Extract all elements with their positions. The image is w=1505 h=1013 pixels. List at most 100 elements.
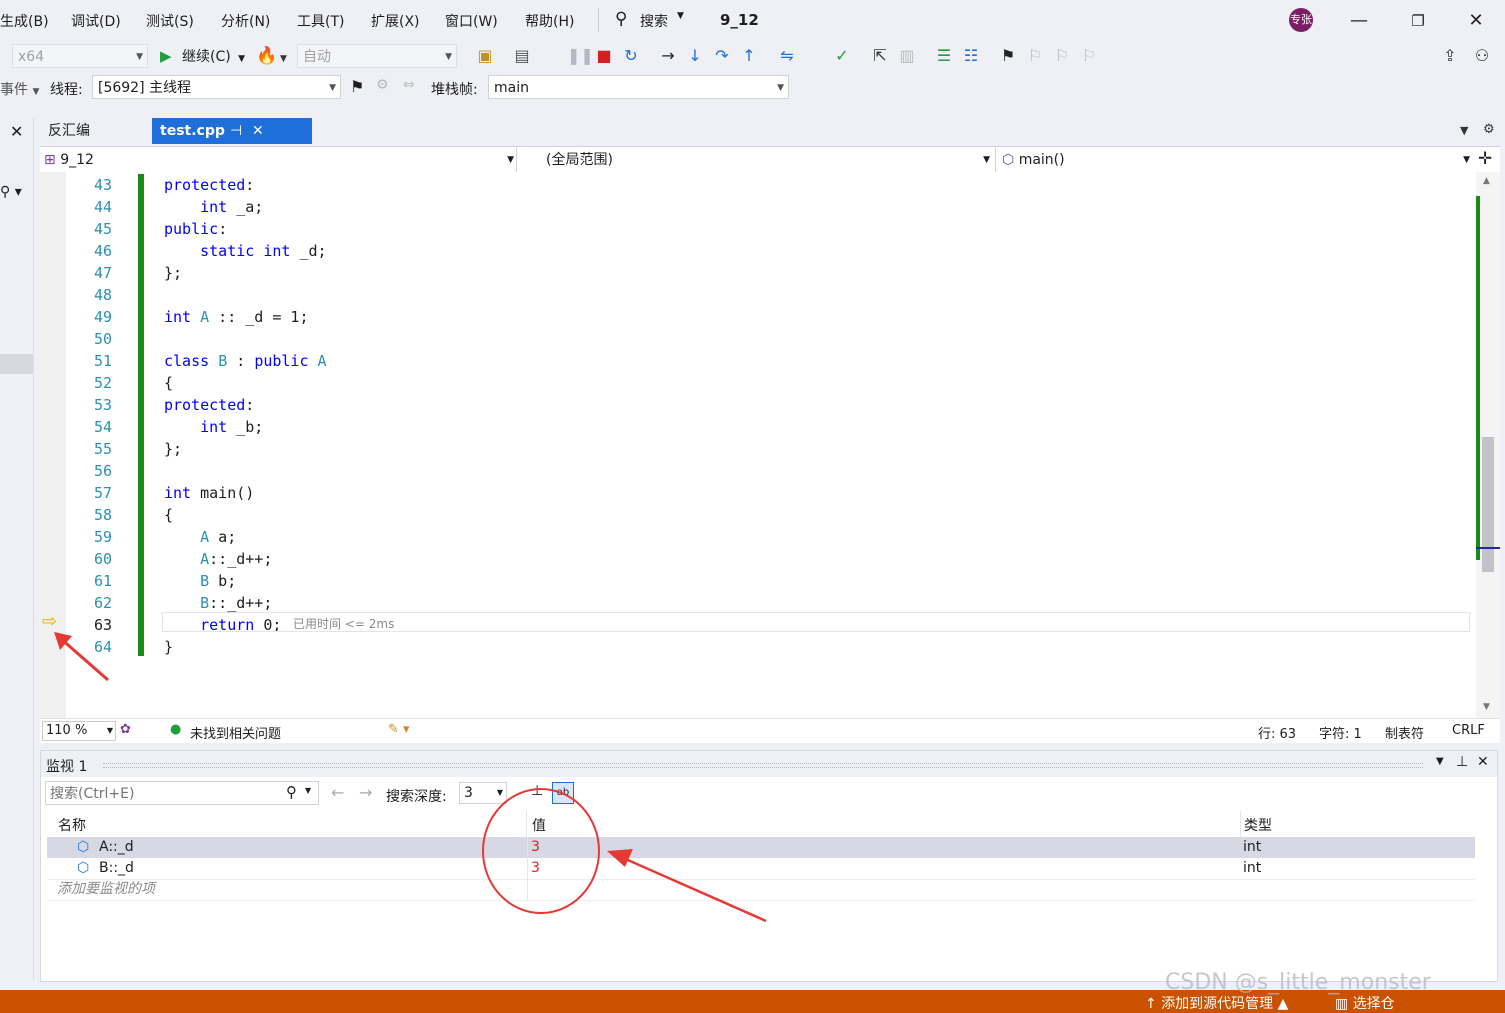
header-name[interactable]: 名称 (58, 815, 86, 835)
thread-filter-icon[interactable]: ⚙ (376, 77, 389, 93)
menu-build[interactable]: 生成(B) (0, 11, 49, 31)
gear-icon[interactable]: ⚙ (1483, 122, 1495, 137)
continue-button[interactable]: ▶ 继续(C) ▼ (160, 44, 245, 68)
forward-arrow-icon[interactable]: → (359, 783, 372, 802)
code-line[interactable]: A a; (164, 526, 236, 548)
code-line[interactable]: class B : public A (164, 350, 327, 372)
watch-search-input[interactable] (48, 783, 282, 805)
restart-icon[interactable]: ↻ (621, 46, 641, 66)
brain-icon[interactable]: ✿ (120, 722, 131, 737)
chevron-down-icon[interactable]: ▼ (1436, 756, 1444, 767)
code-line[interactable]: { (164, 504, 173, 526)
code-line[interactable]: } (164, 636, 173, 658)
code-line[interactable]: }; (164, 438, 182, 460)
function-dropdown[interactable]: ⬡ main() ▼ (1002, 149, 1470, 171)
search-icon[interactable]: ⚲ (286, 783, 297, 801)
events-label[interactable]: 事件 ▼ (0, 79, 39, 99)
outdent-icon[interactable]: ☷ (961, 46, 981, 66)
show-next-statement-icon[interactable]: → (658, 46, 678, 66)
code-line[interactable]: int main() (164, 482, 254, 504)
scroll-up-icon[interactable]: ▲ (1483, 176, 1490, 186)
code-line[interactable]: { (164, 372, 173, 394)
zoom-dropdown[interactable]: 110 % ▼ (42, 721, 116, 741)
code-line[interactable]: static int _d; (164, 240, 326, 262)
prev-bookmark-icon[interactable]: ⚐ (1025, 46, 1045, 66)
code-line[interactable]: }; (164, 262, 182, 284)
menu-help[interactable]: 帮助(H) (525, 11, 574, 31)
close-tab-icon[interactable]: ✕ (252, 118, 264, 144)
step-into-icon[interactable]: ↓ (685, 46, 705, 66)
minimize-button[interactable]: — (1344, 8, 1374, 34)
code-cleanup-icon[interactable]: ✎ ▾ (388, 722, 410, 737)
code-editor[interactable]: ⇨ 43 44 45 46 47 48 49 50 51 52 53 54 55 56 57 58 59 60 61… (40, 172, 1476, 718)
tab-disassembly[interactable]: 反汇编 (40, 118, 150, 144)
avatar[interactable]: 专张 (1289, 8, 1313, 32)
code-line[interactable]: protected: (164, 394, 254, 416)
tab-test-cpp[interactable]: test.cpp ⊣ ✕ (152, 118, 312, 144)
code-line[interactable]: int _a; (164, 196, 263, 218)
share-icon[interactable]: ⇪ (1440, 46, 1460, 66)
menu-test[interactable]: 测试(S) (146, 11, 194, 31)
stack-frame-dropdown[interactable]: main ▼ (488, 75, 789, 99)
thread-dropdown[interactable]: [5692] 主线程 ▼ (92, 75, 341, 99)
flag-icon[interactable]: ⚑ (350, 77, 364, 96)
stop-icon[interactable]: ■ (594, 46, 614, 66)
hot-reload-icon[interactable]: 🔥 ▼ (256, 44, 287, 68)
watch-search-box[interactable]: ⚲ ▼ (45, 781, 319, 805)
step-over-icon[interactable]: ↷ (712, 46, 732, 66)
code-line[interactable]: int A :: _d = 1; (164, 306, 309, 328)
platform-dropdown[interactable]: x64 ▼ (12, 44, 148, 68)
open-folder-icon[interactable]: ▣ (475, 46, 495, 66)
chevron-down-icon[interactable]: ▼ (305, 786, 311, 795)
comment-icon[interactable]: ▥ (897, 46, 917, 66)
project-dropdown[interactable]: ⊞ 9_12 ▼ (44, 149, 514, 171)
search-icon[interactable]: ⚲ ▾ (0, 184, 22, 200)
code-line[interactable]: B b; (164, 570, 236, 592)
tabs-indicator[interactable]: 制表符 (1385, 723, 1424, 742)
scroll-thumb[interactable] (1482, 437, 1494, 572)
pin-icon[interactable]: ⊥ (1456, 754, 1468, 770)
source-control-button[interactable]: ↑ 添加到源代码管理 ▲ (1145, 993, 1288, 1013)
pause-icon[interactable]: ❚❚ (567, 46, 594, 66)
spell-check-icon[interactable]: ✓ (832, 46, 852, 66)
char-indicator[interactable]: 字符: 1 (1319, 723, 1362, 742)
vertical-scrollbar[interactable]: ▲ ▼ (1476, 172, 1500, 718)
save-layout-icon[interactable]: ▤ (512, 46, 532, 66)
header-type[interactable]: 类型 (1244, 815, 1272, 835)
code-text[interactable]: protected: int _a; public: static int _d;… (150, 172, 1470, 718)
clear-bookmarks-icon[interactable]: ⚐ (1079, 46, 1099, 66)
menu-debug[interactable]: 调试(D) (71, 11, 121, 31)
bookmark-icon[interactable]: ⚑ (998, 46, 1018, 66)
split-icon[interactable]: ✛ (1478, 149, 1492, 169)
menu-tools[interactable]: 工具(T) (297, 11, 344, 31)
expand-threads-icon[interactable]: ⇔ (403, 77, 415, 93)
live-share-icon[interactable]: ⚇ (1472, 46, 1492, 66)
back-arrow-icon[interactable]: ← (331, 783, 344, 802)
select-repo-button[interactable]: ▥ 选择仓 (1335, 993, 1395, 1013)
scroll-down-icon[interactable]: ▼ (1483, 702, 1490, 712)
line-indicator[interactable]: 行: 63 (1258, 723, 1296, 742)
auto-dropdown[interactable]: 自动 ▼ (297, 44, 457, 68)
code-line[interactable]: int _b; (164, 416, 263, 438)
eol-indicator[interactable]: CRLF (1452, 723, 1485, 738)
scope-dropdown[interactable]: (全局范围) ▼ (546, 149, 990, 171)
menu-window[interactable]: 窗口(W) (445, 11, 498, 31)
indent-icon[interactable]: ☰ (934, 46, 954, 66)
close-icon[interactable]: ✕ (1477, 754, 1489, 770)
next-bookmark-icon[interactable]: ⚐ (1052, 46, 1072, 66)
step-out-icon[interactable]: ↑ (739, 46, 759, 66)
close-icon[interactable]: ✕ (10, 122, 23, 141)
close-window-button[interactable]: ✕ (1461, 8, 1491, 34)
code-line[interactable]: B::_d++; (164, 592, 272, 614)
menu-extensions[interactable]: 扩展(X) (371, 11, 420, 31)
pin-icon[interactable]: ⊣ (230, 118, 242, 144)
issues-label[interactable]: 未找到相关问题 (190, 723, 281, 742)
tab-list-icon[interactable]: ▼ (1460, 124, 1468, 137)
code-line[interactable]: public: (164, 218, 227, 240)
run-to-cursor-icon[interactable]: ⇱ (870, 46, 890, 66)
code-line[interactable]: A::_d++; (164, 548, 272, 570)
code-line[interactable]: protected: (164, 174, 254, 196)
restore-button[interactable]: ❐ (1403, 8, 1433, 34)
menu-analyze[interactable]: 分析(N) (221, 11, 270, 31)
hex-display-icon[interactable]: ⇋ (777, 46, 797, 66)
